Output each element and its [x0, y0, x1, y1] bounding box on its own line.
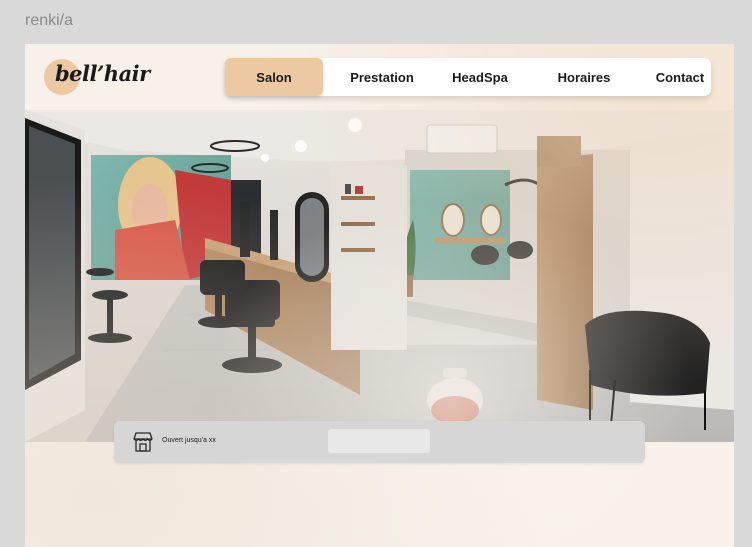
frame-label: renki/a: [25, 12, 74, 29]
logo-text: bell’hair: [55, 61, 150, 86]
salon-photo: [25, 110, 734, 442]
nav-item-horaires[interactable]: Horaires: [519, 58, 649, 96]
hero-image: [25, 110, 734, 442]
nav-item-salon[interactable]: Salon: [225, 58, 323, 96]
opening-status-text: Ouvert jusqu'a xx: [162, 437, 216, 444]
nav-item-contact[interactable]: Contact: [649, 58, 711, 96]
nav-item-prestation[interactable]: Prestation: [323, 58, 441, 96]
logo[interactable]: bell’hair: [44, 57, 150, 95]
placeholder-block: [328, 429, 430, 453]
shop-icon: [133, 432, 153, 452]
nav-item-headspa[interactable]: HeadSpa: [441, 58, 519, 96]
main-nav: Salon Prestation HeadSpa Horaires Contac…: [225, 58, 711, 96]
website-page: bell’hair Salon Prestation HeadSpa Horai…: [25, 44, 734, 547]
info-bar: Ouvert jusqu'a xx: [114, 421, 645, 463]
